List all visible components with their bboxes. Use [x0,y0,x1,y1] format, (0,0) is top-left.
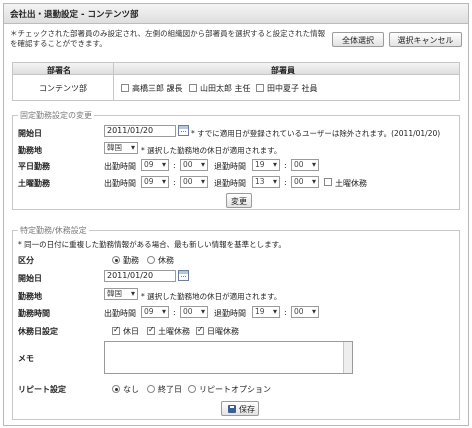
member-name-2: 山田太郎 主任 [200,84,251,93]
settings-window: 会社出・退勤設定 - コンテンツ部 ＊チェックされた部署員のみ設定され、左側の組… [3,3,469,426]
memo-scrollbar[interactable] [343,342,352,373]
start-date-label: 開始日 [18,129,42,138]
member-name-3: 田中夏子 社員 [267,84,318,93]
select-all-button[interactable]: 全体選択 [332,32,384,47]
member-checkbox-3[interactable] [256,84,264,92]
off-day-label: 休務日設定 [18,327,58,336]
member-checkbox-2[interactable] [189,84,197,92]
members-table-header: 部署名 部署員 [12,62,460,75]
save-button-label: 保存 [239,405,255,414]
special-location-label: 勤務地 [18,292,42,301]
weekday-out-label: 退勤時間 [214,162,246,171]
time-separator: : [284,308,287,317]
weekday-work-label: 平日勤務 [18,162,50,171]
type-work-radio[interactable] [112,256,120,264]
weekday-in-hour-select[interactable]: 09 [141,159,169,171]
calendar-icon[interactable] [178,270,189,281]
fixed-work-legend: 固定勤務設定の変更 [18,110,94,121]
time-separator: : [173,161,176,170]
off-sunday-checkbox[interactable] [196,325,204,335]
weekday-out-minute-select[interactable]: 00 [291,159,319,171]
member-checkbox-1[interactable] [121,84,129,92]
saturday-in-minute-select[interactable]: 00 [180,176,208,188]
type-off-radio[interactable] [147,256,155,264]
memo-textarea[interactable] [104,341,353,374]
repeat-none-radio[interactable] [112,385,120,393]
location-select[interactable]: 韓国 [104,142,138,154]
repeat-none-label: なし [123,385,139,394]
location-note: * 選択した勤務地の休日が適用されます。 [141,146,282,155]
saturday-in-hour-select[interactable]: 09 [141,176,169,188]
type-work-label: 勤務 [123,256,139,265]
special-start-input[interactable]: 2011/01/20 [104,270,176,282]
off-saturday-label: 土曜休務 [158,327,190,336]
time-separator: : [173,308,176,317]
work-hours-label: 勤務時間 [18,309,50,318]
special-in-hour-select[interactable]: 09 [141,306,169,318]
special-out-hour-select[interactable]: 19 [252,306,280,318]
cancel-select-button[interactable]: 選択キャンセル [389,32,462,47]
time-separator: : [284,178,287,187]
type-label: 区分 [18,256,34,265]
time-separator: : [173,178,176,187]
weekday-out-hour-select[interactable]: 19 [252,159,280,171]
time-separator: : [284,161,287,170]
start-date-input[interactable]: 2011/01/20 [104,125,176,137]
saturday-off-label: 土曜休務 [335,179,367,188]
repeat-end-radio[interactable] [147,385,155,393]
repeat-end-label: 終了日 [158,385,182,394]
special-location-note: * 選択した勤務地の休日が適用されます。 [141,292,282,301]
save-button[interactable]: 保存 [221,401,259,416]
special-in-minute-select[interactable]: 00 [180,306,208,318]
saturday-in-label: 出勤時間 [104,179,136,188]
special-out-label: 退勤時間 [214,309,246,318]
dept-name: コンテンツ部 [39,84,87,93]
special-start-label: 開始日 [18,274,42,283]
repeat-option-label: リピートオプション [199,385,271,394]
type-off-label: 休務 [158,256,174,265]
intro-note: ＊チェックされた部署員のみ設定され、左側の組織図から部署員を選択すると設定された… [10,29,326,48]
weekday-in-label: 出勤時間 [104,162,136,171]
special-in-label: 出勤時間 [104,309,136,318]
off-sunday-label: 日曜休務 [207,327,239,336]
change-button[interactable]: 変更 [226,193,252,208]
memo-label: メモ [18,354,34,363]
off-holiday-label: 休日 [123,327,139,336]
member-name-1: 高橋三郎 課長 [132,84,183,93]
saturday-work-label: 土曜勤務 [18,179,50,188]
special-location-select[interactable]: 韓国 [104,288,138,300]
table-row: コンテンツ部 高橋三郎 課長 山田太郎 主任 田中夏子 社員 [12,75,460,101]
off-saturday-checkbox[interactable] [147,325,155,335]
start-date-note: * すでに適用日が登録されているユーザーは除外されます。(2011/01/20) [191,129,441,138]
saturday-out-minute-select[interactable]: 00 [291,176,319,188]
saturday-out-label: 退勤時間 [214,179,246,188]
weekday-in-minute-select[interactable]: 00 [180,159,208,171]
window-header: 会社出・退勤設定 - コンテンツ部 [4,4,468,24]
repeat-option-radio[interactable] [188,385,196,393]
repeat-label: リピート設定 [18,385,66,394]
page-title: 会社出・退勤設定 - コンテンツ部 [10,10,139,20]
saturday-off-checkbox[interactable] [324,178,332,186]
saturday-out-hour-select[interactable]: 13 [252,176,280,188]
special-note: * 同一の日付に重複した勤務情報がある場合、最も新しい情報を基準とします。 [18,240,286,249]
save-icon [228,405,236,413]
location-label: 勤務地 [18,146,42,155]
special-work-legend: 特定勤務/休務設定 [18,225,89,236]
column-divider [113,75,114,100]
off-holiday-checkbox[interactable] [112,325,120,335]
special-out-minute-select[interactable]: 00 [291,306,319,318]
column-divider [113,63,114,74]
calendar-icon[interactable] [178,125,189,136]
